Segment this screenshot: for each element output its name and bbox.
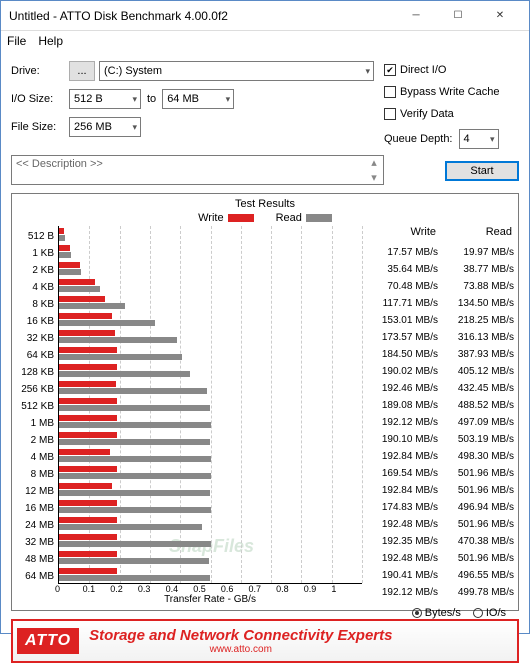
description-textarea[interactable]: << Description >> ▴▾ [11,155,384,185]
start-button[interactable]: Start [445,161,519,181]
qdepth-select[interactable]: 4 [459,129,499,149]
y-axis-labels: 512 B1 KB2 KB4 KB8 KB16 KB32 KB64 KB128 … [16,226,58,584]
x-axis-label: Transfer Rate - GB/s [58,594,362,605]
direct-io-checkbox[interactable]: ✔ Direct I/O [384,59,519,81]
footer-tagline: Storage and Network Connectivity Experts [89,627,392,644]
x-axis-ticks: 00.10.20.30.40.50.60.70.80.91 [58,584,362,594]
scrollbar-icon[interactable]: ▴▾ [367,156,381,184]
footer-banner: ATTO Storage and Network Connectivity Ex… [11,619,519,663]
drive-label: Drive: [11,65,69,77]
menubar: File Help [1,31,529,51]
write-swatch-icon [228,214,254,222]
iosize-label: I/O Size: [11,93,69,105]
drive-browse-button[interactable]: ... [69,61,95,81]
window-title: Untitled - ATTO Disk Benchmark 4.00.0f2 [9,9,395,23]
read-swatch-icon [306,214,332,222]
iosize-to-select[interactable]: 64 MB [162,89,234,109]
qdepth-label: Queue Depth: [384,133,453,145]
menu-help[interactable]: Help [38,34,63,48]
menu-file[interactable]: File [7,34,26,48]
checkbox-icon: ✔ [384,64,396,76]
checkbox-icon [384,86,396,98]
footer-url[interactable]: www.atto.com [89,644,392,655]
checkbox-icon [384,108,396,120]
data-table: Write17.57 MB/s35.64 MB/s70.48 MB/s117.7… [362,226,514,584]
atto-logo: ATTO [17,628,79,654]
filesize-select[interactable]: 256 MB [69,117,141,137]
bytes-radio[interactable]: Bytes/s [412,607,461,619]
titlebar: Untitled - ATTO Disk Benchmark 4.00.0f2 … [1,1,529,31]
io-radio[interactable]: IO/s [473,607,506,619]
filesize-label: File Size: [11,121,69,133]
iosize-from-select[interactable]: 512 B [69,89,141,109]
close-button[interactable]: ✕ [479,2,521,30]
to-label: to [147,93,156,105]
results-title: Test Results [16,198,514,210]
bar-chart: SnapFiles [58,226,362,584]
drive-select[interactable]: (C:) System [99,61,374,81]
bypass-cache-checkbox[interactable]: Bypass Write Cache [384,81,519,103]
maximize-button[interactable]: ☐ [437,2,479,30]
chart-legend: Write Read [16,212,514,224]
verify-data-checkbox[interactable]: Verify Data [384,103,519,125]
minimize-button[interactable]: ─ [395,2,437,30]
results-panel: Test Results Write Read 512 B1 KB2 KB4 K… [11,193,519,611]
